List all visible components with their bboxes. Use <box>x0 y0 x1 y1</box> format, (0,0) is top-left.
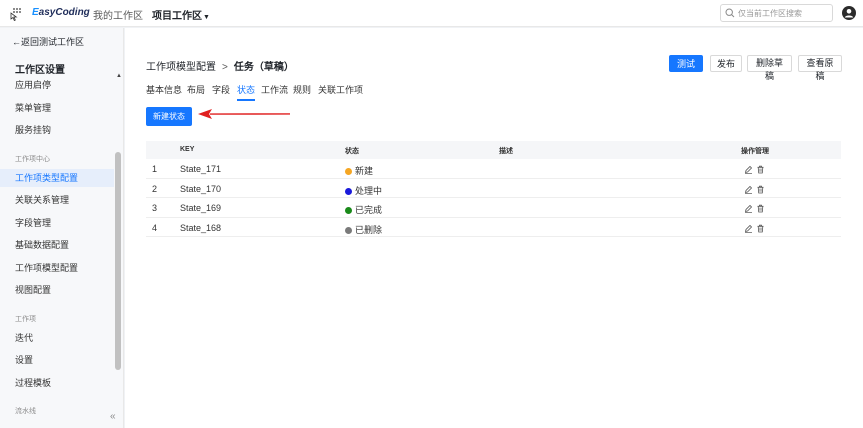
tab-basic-info[interactable]: 基本信息 <box>146 83 182 99</box>
edit-icon[interactable] <box>744 185 753 194</box>
row-ops <box>744 223 768 233</box>
sidebar-item-work-item-model-config[interactable]: 工作项模型配置 <box>15 259 78 277</box>
sidebar-item-relation-management[interactable]: 关联关系管理 <box>15 191 69 209</box>
sidebar-group-work-center: 工作项中心 <box>15 156 50 163</box>
sidebar-title: 工作区设置 <box>15 65 65 76</box>
trash-icon[interactable] <box>756 204 765 213</box>
table-header: KEY 状态 描述 操作管理 <box>146 141 841 159</box>
tab-linked-work-items[interactable]: 关联工作项 <box>318 83 363 99</box>
sidebar-scroll-thumb[interactable] <box>115 152 121 370</box>
tab-layout[interactable]: 布局 <box>187 83 205 99</box>
caret-down-icon: ▼ <box>203 14 210 21</box>
sidebar-group-work-item: 工作项 <box>15 316 36 323</box>
search-box[interactable] <box>720 4 833 22</box>
sidebar: ←返回测试工作区 工作区设置 应用启停 菜单管理 服务挂钩 工作项中心 工作项类… <box>0 28 124 428</box>
new-status-button[interactable]: 新建状态 <box>146 107 192 126</box>
tab-workflow[interactable]: 工作流 <box>261 83 288 99</box>
sidebar-item-base-data-config[interactable]: 基础数据配置 <box>15 236 69 254</box>
main-content: 工作项模型配置 > 任务（草稿） 测试 发布 删除草稿 查看原稿 基本信息 布局 字… <box>125 28 863 428</box>
nav-project-workspace[interactable]: 项目工作区▼ <box>152 7 210 22</box>
status-dot-icon <box>345 187 352 195</box>
edit-icon[interactable] <box>744 204 753 213</box>
sidebar-item-service-hooks[interactable]: 服务挂钩 <box>15 121 51 139</box>
row-status-label: 处理中 <box>355 185 383 196</box>
status-dot-icon <box>345 226 352 234</box>
table-row: 4 State_168 已删除 <box>146 218 841 237</box>
breadcrumb-current: 任务（草稿） <box>233 62 294 73</box>
row-status: 处理中 <box>345 184 382 197</box>
col-header-ops: 操作管理 <box>741 148 769 155</box>
row-index: 3 <box>152 203 158 213</box>
search-input[interactable] <box>738 7 830 19</box>
row-ops <box>744 184 768 194</box>
sidebar-group-pipeline: 流水线 <box>15 408 36 415</box>
test-button[interactable]: 测试 <box>669 55 703 72</box>
row-status-label: 已删除 <box>355 224 383 235</box>
sidebar-item-field-management[interactable]: 字段管理 <box>15 214 51 232</box>
row-key: State_169 <box>180 203 222 213</box>
table-row: 3 State_169 已完成 <box>146 198 841 218</box>
red-arrow-annotation-icon <box>198 109 290 119</box>
row-status: 已删除 <box>345 223 382 236</box>
sidebar-item-app-toggle[interactable]: 应用启停 <box>15 76 51 94</box>
sidebar-item-view-config[interactable]: 视图配置 <box>15 281 51 299</box>
row-ops <box>744 164 768 174</box>
table-row: 1 State_171 新建 <box>146 159 841 179</box>
back-to-workspace-link[interactable]: ←返回测试工作区 <box>12 35 84 48</box>
tab-fields[interactable]: 字段 <box>212 83 230 99</box>
status-dot-icon <box>345 168 352 175</box>
col-header-status: 状态 <box>345 148 359 155</box>
sidebar-item-process-template[interactable]: 过程模板 <box>15 374 51 392</box>
row-status-label: 已完成 <box>355 205 383 215</box>
row-key: State_168 <box>180 222 222 233</box>
sidebar-item-work-item-type-config[interactable]: 工作项类型配置 <box>0 169 114 187</box>
top-bar: EasyCoding 我的工作区 项目工作区▼ <box>0 0 863 27</box>
edit-icon[interactable] <box>744 224 753 233</box>
row-index: 2 <box>152 183 158 194</box>
edit-icon[interactable] <box>744 165 753 174</box>
scroll-up-arrow-icon[interactable]: ▲ <box>116 73 122 79</box>
sidebar-item-settings[interactable]: 设置 <box>15 351 33 369</box>
search-icon <box>725 8 735 18</box>
row-status: 已完成 <box>345 203 382 216</box>
trash-icon[interactable] <box>756 224 765 233</box>
app-logo[interactable]: EasyCoding <box>32 7 90 18</box>
row-status-label: 新建 <box>355 166 374 176</box>
breadcrumb-parent[interactable]: 工作项模型配置 <box>146 62 216 73</box>
sidebar-item-menu-management[interactable]: 菜单管理 <box>15 99 51 117</box>
nav-my-workspace[interactable]: 我的工作区 <box>93 7 143 22</box>
publish-button[interactable]: 发布 <box>710 55 742 72</box>
tab-rules[interactable]: 规则 <box>293 83 311 99</box>
trash-icon[interactable] <box>756 165 765 174</box>
status-dot-icon <box>345 207 352 214</box>
row-index: 1 <box>152 164 158 174</box>
row-ops <box>744 203 768 213</box>
row-status: 新建 <box>345 164 373 177</box>
apps-grid-icon[interactable] <box>8 7 22 21</box>
row-key: State_171 <box>180 164 222 174</box>
view-original-button[interactable]: 查看原稿 <box>798 55 842 81</box>
trash-icon[interactable] <box>756 185 765 194</box>
status-table: KEY 状态 描述 操作管理 1 State_171 新建 2 State_170 处理中… <box>146 141 841 237</box>
breadcrumb-separator: > <box>222 62 228 73</box>
row-index: 4 <box>152 222 158 233</box>
breadcrumb: 工作项模型配置 > 任务（草稿） <box>146 58 294 73</box>
col-header-key: KEY <box>180 146 195 153</box>
collapse-sidebar-icon[interactable]: « <box>110 411 116 422</box>
row-key: State_170 <box>180 183 222 194</box>
tab-status[interactable]: 状态 <box>237 83 256 101</box>
table-row: 2 State_170 处理中 <box>146 179 841 198</box>
col-header-desc: 描述 <box>499 148 513 155</box>
table-body: 1 State_171 新建 2 State_170 处理中 3 State_169 已完成 4 S… <box>146 159 841 237</box>
sidebar-item-iteration[interactable]: 迭代 <box>15 329 33 347</box>
user-avatar-icon[interactable] <box>842 6 856 20</box>
delete-draft-button[interactable]: 删除草稿 <box>747 55 792 81</box>
